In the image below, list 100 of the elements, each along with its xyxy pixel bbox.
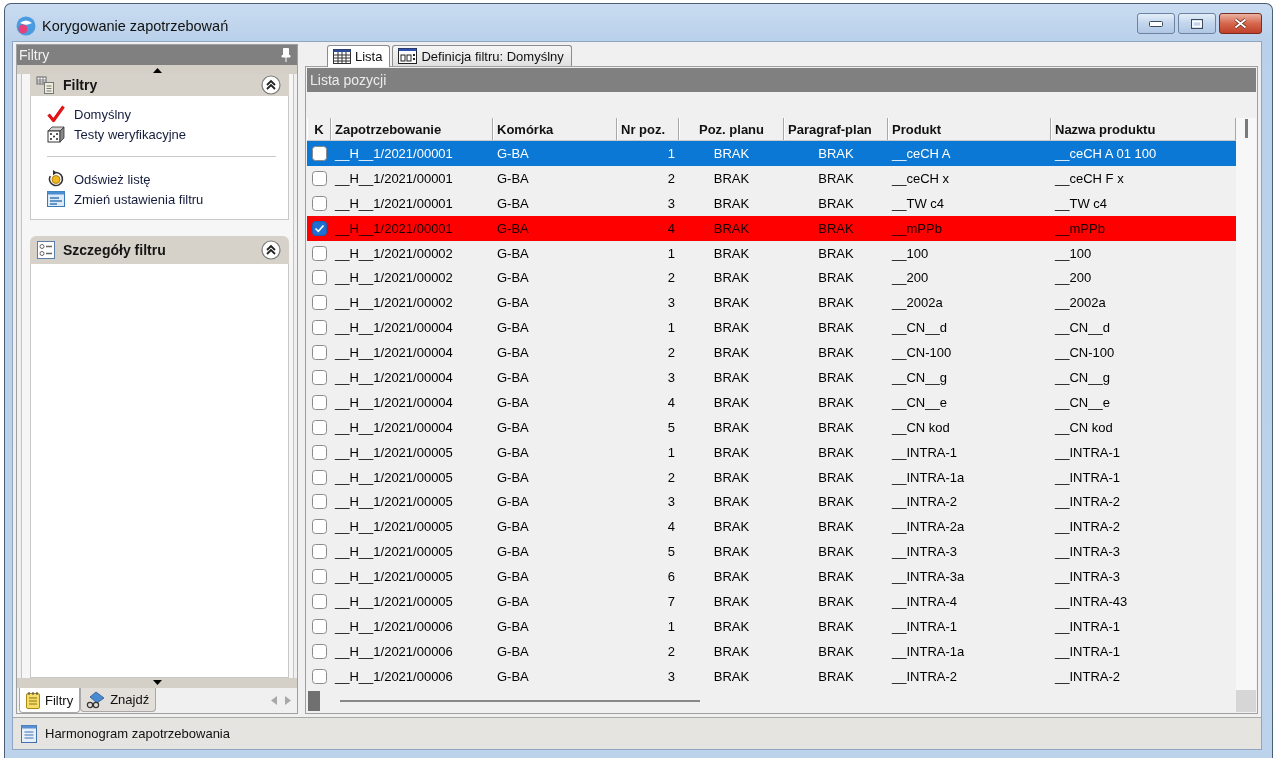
row-checkbox[interactable] [311, 569, 327, 585]
row-checkbox[interactable] [311, 220, 327, 236]
table-row[interactable]: __H__1/2021/00005 G-BA 2 BRAK BRAK __INTRA-1a __INTRA-1 [307, 464, 1236, 490]
vertical-scroll-thumb[interactable] [1244, 119, 1248, 138]
table-cell-text: __H__1/2021/00005 [333, 493, 454, 512]
column-header[interactable]: Poz. planu [679, 118, 784, 140]
table-cell-text: __ceCH F x [1053, 169, 1125, 188]
filter-item[interactable]: Testy weryfikacyjne [47, 124, 278, 144]
row-checkbox[interactable] [311, 494, 327, 510]
row-checkbox[interactable] [311, 369, 327, 385]
column-header[interactable]: Komórka [493, 118, 617, 140]
table-cell-text: __CN-100 [890, 344, 953, 363]
horizontal-scroll-thumb[interactable] [340, 700, 700, 702]
action-item[interactable]: Zmień ustawienia filtru [47, 189, 278, 209]
table-cell-text: 5 [666, 543, 676, 562]
table-row[interactable]: __H__1/2021/00001 G-BA 4 BRAK BRAK __mPPb __mPPb [307, 215, 1236, 241]
row-checkbox[interactable] [311, 593, 327, 609]
table-row[interactable]: __H__1/2021/00005 G-BA 6 BRAK BRAK __INTRA-3a __INTRA-3 [307, 564, 1236, 590]
panel-tab[interactable]: Filtry [19, 688, 81, 713]
row-checkbox[interactable] [311, 643, 327, 659]
table-cell-text: G-BA [496, 144, 530, 163]
table-cell-text: BRAK [817, 592, 855, 611]
table-cell-text: 3 [666, 294, 676, 313]
table-cell-text: __H__1/2021/00002 [333, 244, 454, 263]
table-row[interactable]: __H__1/2021/00004 G-BA 2 BRAK BRAK __CN-100 __CN-100 [307, 340, 1236, 365]
panel-tab[interactable]: Znajdź [80, 688, 157, 712]
minimize-button[interactable] [1137, 13, 1175, 34]
maximize-button[interactable] [1178, 13, 1216, 34]
table-cell-text: BRAK [817, 219, 855, 238]
row-checkbox[interactable] [311, 668, 327, 684]
status-bar-item[interactable]: Harmonogram zapotrzebowania [19, 722, 232, 745]
table-row[interactable]: __H__1/2021/00004 G-BA 1 BRAK BRAK __CN__d __CN__d [307, 315, 1236, 341]
row-checkbox[interactable] [311, 195, 327, 211]
column-header[interactable]: Produkt [888, 118, 1051, 140]
row-checkbox[interactable] [311, 444, 327, 460]
table-row[interactable]: __H__1/2021/00001 G-BA 2 BRAK BRAK __ceCH x __ceCH F x [307, 165, 1236, 191]
column-header[interactable]: Nazwa produktu [1051, 118, 1236, 140]
row-checkbox[interactable] [311, 245, 327, 261]
table-cell-text: BRAK [817, 393, 855, 412]
table-cell-text: __INTRA-3 [890, 543, 959, 562]
tab[interactable]: Definicja filtru: Domyślny [392, 45, 572, 66]
scroll-down-icon[interactable] [152, 680, 162, 685]
collapse-icon[interactable] [261, 75, 281, 95]
column-header[interactable]: K [307, 118, 331, 140]
action-item[interactable]: Odśwież listę [47, 169, 278, 189]
column-header[interactable]: Paragraf-plan [784, 118, 888, 140]
table-row[interactable]: __H__1/2021/00005 G-BA 4 BRAK BRAK __INTRA-2a __INTRA-2 [307, 514, 1236, 540]
column-header[interactable]: Nr poz. [617, 118, 679, 140]
table-row[interactable]: __H__1/2021/00004 G-BA 4 BRAK BRAK __CN__e __CN__e [307, 389, 1236, 415]
window-title: Korygowanie zapotrzebowań [42, 18, 229, 34]
table-cell-text: G-BA [496, 443, 530, 462]
scroll-right-icon[interactable] [285, 696, 291, 705]
table-row[interactable]: __H__1/2021/00002 G-BA 1 BRAK BRAK __100 __100 [307, 240, 1236, 266]
table-cell-text: G-BA [496, 169, 530, 188]
table-row[interactable]: __H__1/2021/00001 G-BA 1 BRAK BRAK __ceCH A __ceCH A 01 100 [307, 141, 1236, 166]
row-checkbox[interactable] [311, 394, 327, 410]
collapse-icon[interactable] [261, 240, 281, 260]
table-row[interactable]: __H__1/2021/00004 G-BA 3 BRAK BRAK __CN__g __CN__g [307, 365, 1236, 390]
scroll-left-icon[interactable] [271, 696, 277, 705]
row-checkbox[interactable] [311, 320, 327, 336]
table-row[interactable]: __H__1/2021/00006 G-BA 1 BRAK BRAK __INTRA-1 __INTRA-1 [307, 613, 1236, 639]
table-row[interactable]: __H__1/2021/00004 G-BA 5 BRAK BRAK __CN kod __CN kod [307, 414, 1236, 440]
table-cell-text: BRAK [817, 518, 855, 537]
table-row[interactable]: __H__1/2021/00005 G-BA 7 BRAK BRAK __INTRA-4 __INTRA-43 [307, 589, 1236, 614]
close-button[interactable] [1219, 13, 1262, 34]
table-cell-text: BRAK [817, 493, 855, 512]
row-checkbox[interactable] [311, 618, 327, 634]
row-checkbox[interactable] [311, 419, 327, 435]
table-row[interactable]: __H__1/2021/00001 G-BA 3 BRAK BRAK __TW c4 __TW c4 [307, 190, 1236, 216]
table-cell-text: 1 [666, 319, 676, 338]
filter-item[interactable]: Domyślny [47, 104, 278, 124]
table-cell-text: __CN kod [890, 418, 951, 437]
table-cell-text: __H__1/2021/00006 [333, 642, 454, 661]
table-row[interactable]: __H__1/2021/00006 G-BA 2 BRAK BRAK __INTRA-1a __INTRA-1 [307, 638, 1236, 664]
column-header[interactable]: Zapotrzebowanie [331, 118, 493, 140]
table-cell-text: 2 [666, 642, 676, 661]
table-row[interactable]: __H__1/2021/00005 G-BA 1 BRAK BRAK __INTRA-1 __INTRA-1 [307, 439, 1236, 465]
row-checkbox[interactable] [311, 345, 327, 361]
table-row[interactable]: __H__1/2021/00005 G-BA 3 BRAK BRAK __INTRA-2 __INTRA-2 [307, 489, 1236, 515]
app-logo-icon [16, 16, 36, 36]
table-cell-text: __CN kod [1053, 418, 1114, 437]
table-cell-text: BRAK [712, 617, 751, 636]
table-row[interactable]: __H__1/2021/00005 G-BA 5 BRAK BRAK __INTRA-3 __INTRA-3 [307, 539, 1236, 565]
table-cell-text: 2 [666, 169, 676, 188]
tab[interactable]: Lista [327, 45, 391, 67]
table-cell-text: __mPPb [1053, 219, 1106, 238]
row-checkbox[interactable] [311, 519, 327, 535]
row-checkbox[interactable] [311, 145, 327, 161]
row-checkbox[interactable] [311, 469, 327, 485]
row-checkbox[interactable] [311, 544, 327, 560]
row-checkbox[interactable] [311, 270, 327, 286]
pin-icon[interactable] [281, 48, 291, 62]
table-row[interactable]: __H__1/2021/00002 G-BA 2 BRAK BRAK __200 __200 [307, 265, 1236, 291]
maximize-icon [1191, 18, 1203, 29]
table-row[interactable]: __H__1/2021/00002 G-BA 3 BRAK BRAK __2002a __2002a [307, 290, 1236, 316]
row-checkbox[interactable] [311, 170, 327, 186]
table-cell-text: BRAK [817, 344, 855, 363]
table-row[interactable]: __H__1/2021/00006 G-BA 3 BRAK BRAK __INTRA-2 __INTRA-2 [307, 663, 1236, 689]
panel-title: Filtry [19, 47, 50, 63]
row-checkbox[interactable] [311, 295, 327, 311]
